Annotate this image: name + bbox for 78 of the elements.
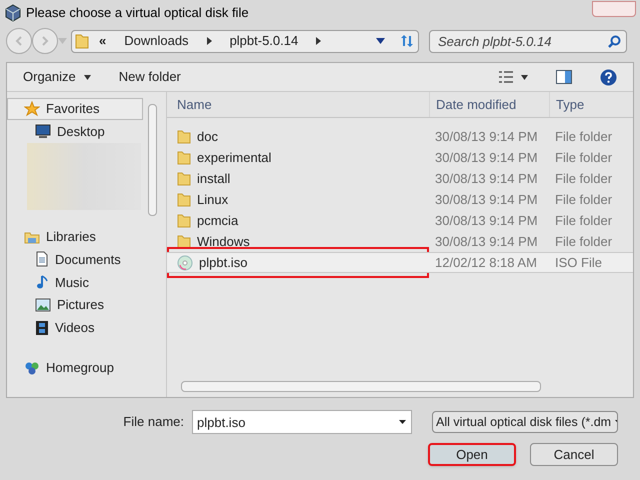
type-cell-text: ISO File (554, 254, 603, 272)
film-icon (35, 320, 49, 336)
file-name: experimental (197, 148, 272, 167)
folder-icon (177, 192, 191, 207)
file-row[interactable]: doc 30/08/13 9:14 PM File folder (167, 126, 633, 147)
folder-icon (177, 150, 191, 165)
document-icon (35, 251, 49, 268)
window-title: Please choose a virtual optical disk file (26, 4, 249, 22)
view-list-icon[interactable] (499, 71, 513, 83)
sidebar-item[interactable]: Desktop (7, 120, 147, 143)
date-cell-text: 30/08/13 9:14 PM (434, 148, 539, 167)
type-cell-text: File folder (554, 212, 614, 230)
sidebar-item[interactable]: Music (7, 270, 147, 294)
file-type-dropdown[interactable]: All virtual optical disk files (*.dm (432, 411, 618, 433)
organize-button[interactable]: Organize (23, 67, 91, 87)
field-label: File name: (123, 413, 184, 432)
date-cell-text: 30/08/13 9:14 PM (434, 170, 539, 188)
file-row[interactable]: Linux 30/08/13 9:14 PM File folder (167, 189, 633, 210)
open-button[interactable]: Open (428, 443, 516, 466)
sidebar-item[interactable]: Pictures (7, 294, 147, 317)
caret-icon[interactable] (521, 74, 528, 80)
date-cell-text: 30/08/13 9:14 PM (434, 232, 539, 251)
type-cell-text: File folder (554, 170, 614, 188)
breadcrumb[interactable]: plpbt-5.0.14 (222, 31, 306, 51)
landscape-icon (35, 298, 51, 312)
date-cell-text: 30/08/13 9:14 PM (434, 190, 539, 209)
dropdown-icon[interactable] (399, 420, 406, 424)
date-cell-text: 30/08/13 9:14 PM (434, 128, 539, 146)
sidebar-item[interactable]: Videos (7, 316, 147, 340)
sidebar-item[interactable]: Homegroup (7, 357, 143, 380)
file-name: Linux (197, 190, 228, 209)
file-row[interactable]: pcmcia 30/08/13 9:14 PM File folder (167, 210, 633, 231)
folder-icon (177, 234, 191, 249)
circles-icon (24, 360, 40, 376)
folder-icon (177, 129, 191, 144)
folder-icon (75, 33, 89, 49)
monitor-icon (35, 124, 51, 138)
sidebar-item[interactable]: Documents (7, 248, 147, 271)
file-name: Windows (197, 232, 250, 251)
file-name: doc (197, 128, 218, 146)
folder-icon (24, 230, 40, 244)
column-header[interactable]: Name (167, 92, 429, 117)
search-icon (608, 34, 621, 48)
file-name: install (197, 170, 230, 188)
column-header[interactable]: Date modified (429, 92, 549, 117)
cancel-button[interactable]: Cancel (530, 443, 618, 466)
date-cell-text: 12/02/12 8:18 AM (434, 254, 538, 272)
file-name: plpbt.iso (199, 254, 248, 272)
sidebar-item[interactable]: Favorites (7, 98, 143, 120)
app-cube-icon (4, 4, 22, 22)
type-cell-text: File folder (554, 232, 614, 251)
file-row[interactable]: experimental 30/08/13 9:14 PM File folder (167, 147, 633, 168)
file-row[interactable]: plpbt.iso 12/02/12 8:18 AM ISO File (167, 252, 633, 273)
refresh-icon[interactable] (399, 34, 415, 48)
type-cell-text: File folder (554, 148, 614, 167)
music-note-icon (35, 274, 49, 290)
new-folder-button[interactable]: New folder (118, 67, 181, 87)
type-cell-text: File folder (554, 190, 614, 209)
breadcrumb[interactable]: Downloads (116, 31, 197, 51)
overflow-chevron[interactable]: « (95, 31, 110, 51)
address-bar[interactable]: « Downloads plpbt-5.0.14 (71, 30, 419, 52)
file-row[interactable]: Windows 30/08/13 9:14 PM File folder (167, 231, 633, 252)
dropdown-icon[interactable] (376, 38, 385, 44)
folder-icon (177, 213, 191, 228)
file-name: pcmcia (197, 212, 238, 230)
disc-icon (177, 254, 193, 270)
folder-icon (177, 171, 191, 186)
caret-icon (84, 74, 91, 80)
date-cell-text: 30/08/13 9:14 PM (434, 212, 539, 230)
column-header[interactable]: Type (549, 92, 633, 117)
search-field[interactable]: Search plpbt-5.0.14 (429, 30, 627, 52)
type-cell-text: File folder (554, 128, 614, 146)
file-name-field[interactable]: plpbt.iso (192, 410, 412, 434)
help-icon[interactable] (600, 68, 617, 86)
star-icon (24, 100, 40, 117)
preview-pane-icon[interactable] (556, 70, 572, 84)
sidebar-item[interactable]: Libraries (7, 226, 143, 248)
file-row[interactable]: install 30/08/13 9:14 PM File folder (167, 168, 633, 189)
